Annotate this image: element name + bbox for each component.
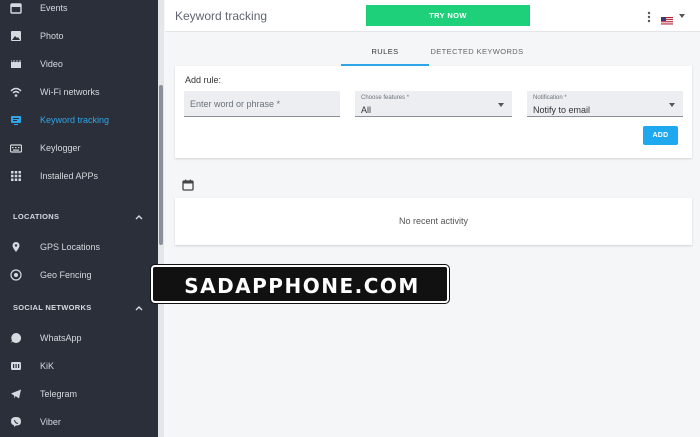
- chevron-up-icon: [133, 301, 145, 313]
- add-rule-title: Add rule:: [185, 75, 222, 85]
- photo-icon: [10, 30, 22, 42]
- calendar-filter-icon[interactable]: [181, 178, 195, 192]
- watermark-banner: SADAPPHONE.COM: [151, 265, 449, 303]
- sidebar-item-label: Photo: [40, 31, 64, 41]
- section-social-networks[interactable]: SOCIAL NETWORKS: [0, 296, 159, 320]
- sidebar-item-label: Geo Fencing: [40, 270, 92, 280]
- us-flag-icon[interactable]: [661, 12, 673, 25]
- chevron-up-icon: [133, 210, 145, 222]
- sidebar-item-kik[interactable]: KiK: [0, 352, 159, 380]
- sidebar-item-label: Keylogger: [40, 143, 81, 153]
- empty-activity-text: No recent activity: [398, 216, 469, 226]
- kik-icon: [10, 360, 22, 372]
- whatsapp-icon: [10, 332, 22, 344]
- sidebar-item-geo-fencing[interactable]: Geo Fencing: [0, 261, 159, 289]
- more-options-icon[interactable]: [647, 10, 651, 23]
- wifi-icon: [10, 86, 22, 98]
- add-rule-button[interactable]: ADD: [643, 126, 678, 145]
- sidebar-item-label: WhatsApp: [40, 333, 82, 343]
- sidebar-item-label: Video: [40, 59, 63, 69]
- keyboard-icon: [10, 142, 22, 154]
- viber-icon: [10, 416, 22, 428]
- section-label: SOCIAL NETWORKS: [13, 303, 92, 312]
- sidebar-scrollbar[interactable]: [159, 85, 163, 245]
- activity-card: No recent activity: [175, 198, 692, 245]
- apps-grid-icon: [10, 170, 22, 182]
- sidebar-item-keylogger[interactable]: Keylogger: [0, 134, 159, 162]
- features-select[interactable]: Choose features * All: [355, 91, 512, 117]
- sidebar-item-telegram[interactable]: Telegram: [0, 380, 159, 408]
- sidebar-item-wifi-networks[interactable]: Wi-Fi networks: [0, 78, 159, 106]
- section-label: LOCATIONS: [13, 212, 60, 221]
- sidebar-item-events[interactable]: Events: [0, 0, 159, 22]
- sidebar-item-label: KiK: [40, 361, 55, 371]
- sidebar-item-label: Installed APPs: [40, 171, 99, 181]
- sidebar-item-video[interactable]: Video: [0, 50, 159, 78]
- section-locations[interactable]: LOCATIONS: [0, 205, 159, 229]
- sidebar-item-label: Wi-Fi networks: [40, 87, 100, 97]
- sidebar-item-label: Viber: [40, 417, 61, 427]
- notification-select[interactable]: Notification * Notify to email: [527, 91, 683, 117]
- keyword-input[interactable]: Enter word or phrase *: [184, 91, 340, 117]
- telegram-icon: [10, 388, 22, 400]
- dropdown-arrow-icon: [669, 103, 675, 107]
- try-now-button[interactable]: TRY NOW: [366, 5, 530, 26]
- sidebar-item-gps-locations[interactable]: GPS Locations: [0, 233, 159, 261]
- sidebar: Events Photo Video Wi-Fi networks Keywor…: [0, 0, 159, 437]
- add-rule-card: Add rule: Enter word or phrase * Choose …: [175, 66, 692, 158]
- sidebar-item-whatsapp[interactable]: WhatsApp: [0, 324, 159, 352]
- sidebar-item-label: Events: [40, 3, 68, 13]
- sidebar-item-label: Telegram: [40, 389, 78, 399]
- page-title: Keyword tracking: [175, 9, 268, 23]
- keyword-tracking-icon: [10, 114, 22, 126]
- top-bar: Keyword tracking TRY NOW: [165, 0, 700, 32]
- sidebar-item-installed-apps[interactable]: Installed APPs: [0, 162, 159, 190]
- notification-select-value: Notify to email: [533, 105, 591, 115]
- video-icon: [10, 58, 22, 70]
- tab-rules[interactable]: RULES: [341, 47, 429, 56]
- sidebar-item-label: Keyword tracking: [40, 115, 110, 125]
- sidebar-item-label: GPS Locations: [40, 242, 101, 252]
- keyword-input-placeholder: Enter word or phrase *: [190, 99, 281, 109]
- geofence-icon: [10, 269, 22, 281]
- sidebar-item-keyword-tracking[interactable]: Keyword tracking: [0, 106, 159, 134]
- tab-detected-keywords[interactable]: DETECTED KEYWORDS: [429, 47, 525, 56]
- dropdown-arrow-icon: [498, 103, 504, 107]
- features-select-value: All: [361, 105, 372, 115]
- sidebar-item-photo[interactable]: Photo: [0, 22, 159, 50]
- calendar-icon: [10, 2, 22, 14]
- watermark-text: SADAPPHONE.COM: [184, 274, 420, 298]
- sidebar-item-viber[interactable]: Viber: [0, 408, 159, 436]
- features-select-label: Choose features *: [361, 95, 410, 101]
- notification-select-label: Notification *: [533, 95, 567, 101]
- location-pin-icon: [10, 241, 22, 253]
- language-dropdown-icon[interactable]: [679, 14, 685, 18]
